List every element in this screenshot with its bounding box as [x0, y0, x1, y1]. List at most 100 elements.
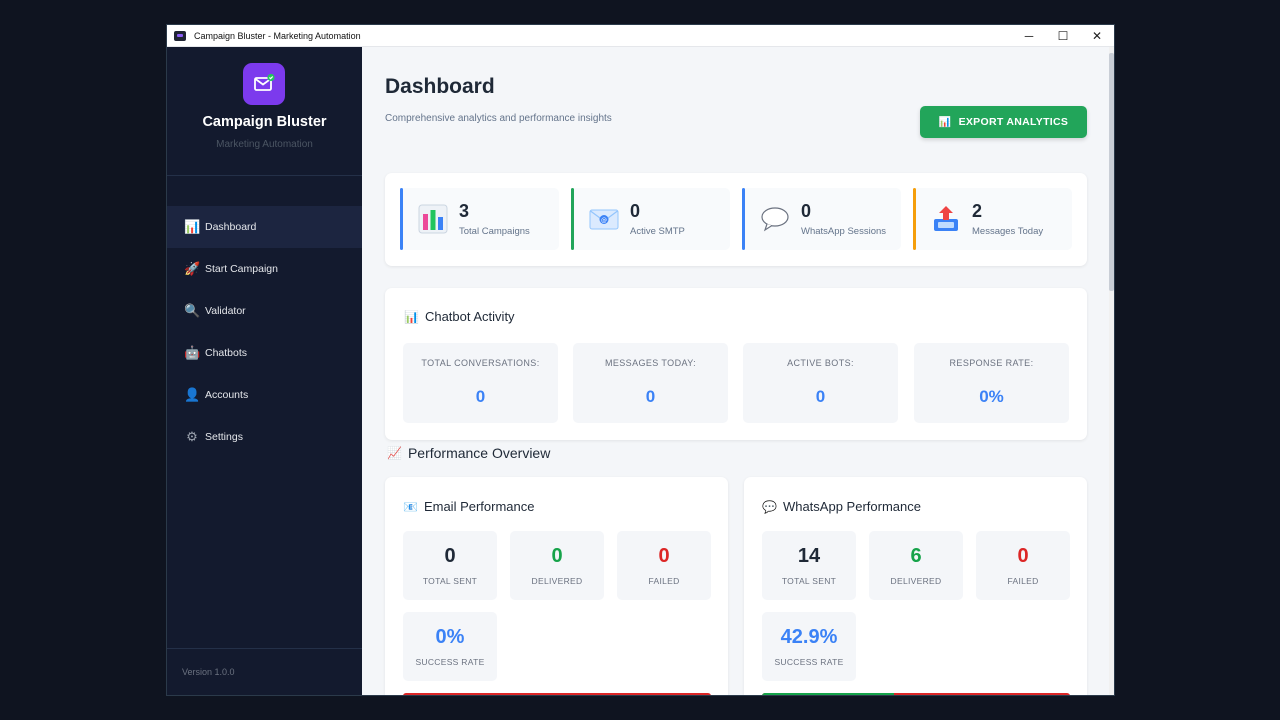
- user-icon: 👤: [184, 387, 201, 402]
- rocket-icon: 🚀: [184, 261, 201, 276]
- section-title-text: Email Performance: [423, 499, 535, 514]
- metric-value: 6: [910, 545, 922, 567]
- email-icon: 📧: [403, 499, 418, 514]
- metric-active-bots: ACTIVE BOTS: 0: [743, 343, 898, 423]
- close-button[interactable]: ✕: [1080, 25, 1114, 47]
- whatsapp-success-rate: 42.9% SUCCESS RATE: [762, 612, 856, 681]
- stat-messages-today: 2 Messages Today: [913, 188, 1072, 250]
- speech-bubble-icon: 💬: [762, 499, 777, 514]
- stat-total-campaigns: 3 Total Campaigns: [400, 188, 559, 250]
- email-failed: 0 FAILED: [617, 531, 711, 600]
- section-title-text: Performance Overview: [407, 445, 551, 461]
- stat-label: Messages Today: [972, 226, 1044, 237]
- metric-label: RESPONSE RATE:: [949, 358, 1034, 368]
- progress-fill: [762, 693, 895, 695]
- robot-icon: 🤖: [184, 345, 201, 360]
- chatbot-activity-title: 📊 Chatbot Activity: [404, 309, 515, 324]
- stat-value: 3: [459, 201, 470, 221]
- sidebar: Campaign Bluster Marketing Automation 📊 …: [167, 47, 362, 695]
- speech-bubble-icon: [761, 207, 789, 232]
- metric-value: 0%: [979, 387, 1004, 406]
- sidebar-item-settings[interactable]: ⚙ Settings: [167, 416, 362, 458]
- metric-label: TOTAL SENT: [781, 576, 837, 586]
- svg-text:@: @: [601, 217, 607, 224]
- metric-value: 0: [658, 545, 670, 567]
- app-window: Campaign Bluster - Marketing Automation …: [166, 24, 1115, 696]
- sidebar-item-chatbots[interactable]: 🤖 Chatbots: [167, 332, 362, 374]
- export-label: EXPORT ANALYTICS: [958, 116, 1069, 128]
- email-total-sent: 0 TOTAL SENT: [403, 531, 497, 600]
- whatsapp-delivered: 6 DELIVERED: [869, 531, 963, 600]
- maximize-button[interactable]: ☐: [1046, 25, 1080, 47]
- metric-label: DELIVERED: [890, 576, 942, 586]
- minimize-button[interactable]: ─: [1012, 25, 1046, 47]
- export-analytics-button[interactable]: 📊 EXPORT ANALYTICS: [920, 106, 1087, 138]
- page-subtitle: Comprehensive analytics and performance …: [385, 113, 612, 124]
- bar-chart-icon: 📊: [938, 116, 952, 128]
- sidebar-item-accounts[interactable]: 👤 Accounts: [167, 374, 362, 416]
- mail-logo-icon: [243, 63, 285, 105]
- metric-messages-today: MESSAGES TODAY: 0: [573, 343, 728, 423]
- metric-value: 0: [1017, 545, 1029, 567]
- bar-chart-icon: [418, 204, 448, 234]
- whatsapp-performance-title: 💬 WhatsApp Performance: [762, 499, 921, 514]
- sidebar-item-label: Start Campaign: [205, 263, 278, 275]
- metric-value: 0: [551, 545, 563, 567]
- sidebar-item-label: Settings: [205, 431, 243, 443]
- brand-name: Campaign Bluster: [202, 114, 327, 130]
- metric-label: ACTIVE BOTS:: [787, 358, 854, 368]
- metric-label: FAILED: [648, 576, 680, 586]
- outbox-icon: [934, 206, 958, 231]
- whatsapp-total-sent: 14 TOTAL SENT: [762, 531, 856, 600]
- performance-overview-title: 📈 Performance Overview: [387, 445, 550, 461]
- metric-value: 0%: [435, 626, 465, 648]
- metric-label: TOTAL SENT: [422, 576, 478, 586]
- metric-label: SUCCESS RATE: [415, 657, 485, 667]
- whatsapp-success-progress-bar: [762, 693, 1070, 695]
- stat-value: 0: [801, 201, 812, 221]
- sidebar-item-validator[interactable]: 🔍 Validator: [167, 290, 362, 332]
- email-success-rate: 0% SUCCESS RATE: [403, 612, 497, 681]
- email-delivered: 0 DELIVERED: [510, 531, 604, 600]
- section-title-text: WhatsApp Performance: [782, 499, 921, 514]
- sidebar-nav: 📊 Dashboard 🚀 Start Campaign 🔍 Validator…: [167, 206, 362, 458]
- email-performance-card: 📧 Email Performance 0 TOTAL SENT 0 DELIV…: [385, 477, 728, 695]
- sidebar-item-start-campaign[interactable]: 🚀 Start Campaign: [167, 248, 362, 290]
- metric-label: TOTAL CONVERSATIONS:: [421, 358, 540, 368]
- trend-chart-icon: 📈: [387, 446, 402, 460]
- metric-label: DELIVERED: [531, 576, 583, 586]
- email-success-progress-bar: [403, 693, 711, 695]
- stat-accent-bar: [400, 188, 403, 250]
- bar-chart-icon: 📊: [404, 309, 419, 324]
- metric-value: 0: [815, 387, 826, 406]
- sidebar-item-dashboard[interactable]: 📊 Dashboard: [167, 206, 362, 248]
- scrollbar-thumb[interactable]: [1109, 53, 1114, 291]
- metric-label: FAILED: [1007, 576, 1039, 586]
- metric-value: 0: [444, 545, 456, 567]
- metric-response-rate: RESPONSE RATE: 0%: [914, 343, 1069, 423]
- metric-value: 0: [645, 387, 656, 406]
- main-content: Dashboard Comprehensive analytics and pe…: [362, 47, 1114, 695]
- stats-card: 3 Total Campaigns @ 0 Active SMTP 0 What…: [385, 173, 1087, 266]
- sidebar-footer-divider: [167, 648, 362, 649]
- stat-label: WhatsApp Sessions: [801, 226, 887, 237]
- stat-active-smtp: @ 0 Active SMTP: [571, 188, 730, 250]
- section-title-text: Chatbot Activity: [424, 309, 515, 324]
- stat-label: Total Campaigns: [459, 226, 530, 237]
- version-label: Version 1.0.0: [182, 667, 235, 677]
- vertical-scrollbar[interactable]: [1109, 47, 1114, 695]
- metric-label: MESSAGES TODAY:: [604, 358, 697, 368]
- chatbot-activity-card: 📊 Chatbot Activity TOTAL CONVERSATIONS: …: [385, 288, 1087, 440]
- metric-value: 0: [475, 387, 486, 406]
- email-icon: @: [589, 209, 619, 230]
- sidebar-item-label: Validator: [205, 305, 246, 317]
- sidebar-item-label: Dashboard: [205, 221, 257, 233]
- stat-value: 2: [972, 201, 983, 221]
- magnifier-icon: 🔍: [184, 303, 201, 318]
- stat-accent-bar: [913, 188, 916, 250]
- gear-icon: ⚙: [186, 429, 198, 444]
- bar-chart-icon: 📊: [184, 219, 201, 234]
- whatsapp-performance-card: 💬 WhatsApp Performance 14 TOTAL SENT 6 D…: [744, 477, 1087, 695]
- stat-whatsapp-sessions: 0 WhatsApp Sessions: [742, 188, 901, 250]
- stat-accent-bar: [742, 188, 745, 250]
